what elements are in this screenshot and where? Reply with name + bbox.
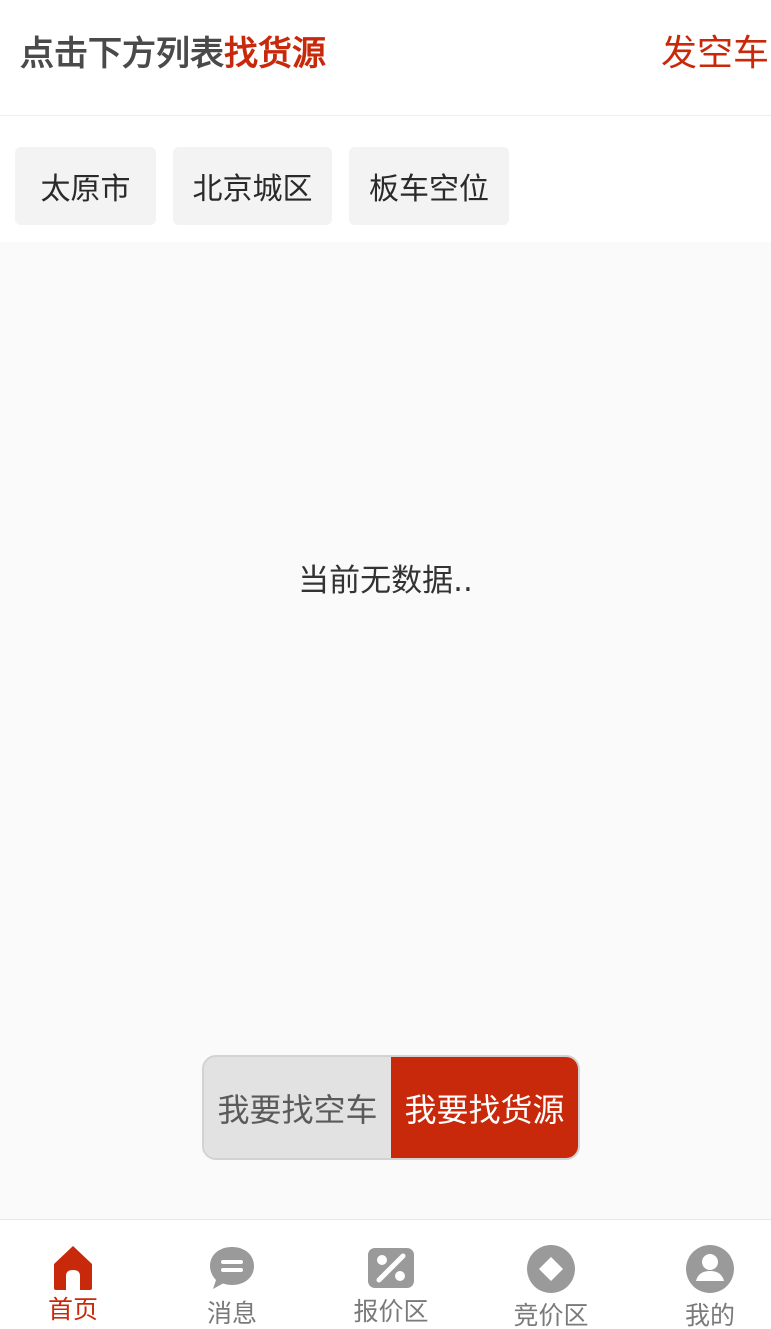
tab-quotes[interactable]: 报价区	[331, 1220, 451, 1329]
user-icon	[686, 1245, 734, 1293]
empty-state-text: 当前无数据..	[298, 563, 473, 599]
title-prefix: 点击下方列表	[20, 34, 224, 74]
mode-toggle: 我要找空车 我要找货源	[202, 1055, 580, 1160]
tab-profile-label: 我的	[684, 1301, 735, 1329]
filter-bar: 太原市 北京城区 板车空位	[0, 116, 771, 242]
tab-bidding-label: 竞价区	[513, 1301, 589, 1329]
tab-messages-label: 消息	[206, 1299, 257, 1328]
find-cargo-button[interactable]: 我要找货源	[391, 1057, 578, 1158]
top-header: 点击下方列表找货源 发空车	[0, 0, 771, 116]
tab-home-label: 首页	[47, 1295, 98, 1324]
find-empty-truck-button[interactable]: 我要找空车	[204, 1057, 391, 1158]
tab-profile[interactable]: 我的	[650, 1220, 770, 1329]
message-icon	[210, 1247, 254, 1289]
post-empty-truck-button[interactable]: 发空车	[661, 24, 769, 76]
title-accent: 找货源	[224, 34, 326, 74]
tab-quotes-label: 报价区	[353, 1297, 429, 1326]
tab-messages[interactable]: 消息	[172, 1220, 292, 1329]
tab-home[interactable]: 首页	[13, 1220, 133, 1329]
filter-chip-taiyuan[interactable]: 太原市	[15, 147, 156, 225]
filter-chip-flatbed[interactable]: 板车空位	[349, 147, 509, 225]
page-title: 点击下方列表找货源	[20, 26, 326, 75]
filter-chip-beijing[interactable]: 北京城区	[173, 147, 332, 225]
percent-icon	[368, 1248, 414, 1288]
home-icon	[54, 1246, 92, 1290]
tab-bidding[interactable]: 竞价区	[491, 1220, 611, 1329]
bottom-tab-bar: 首页 消息 报价区 竞价区 我的	[0, 1219, 771, 1329]
diamond-icon	[527, 1245, 575, 1293]
app-screen: 点击下方列表找货源 发空车 太原市 北京城区 板车空位 当前无数据.. 我要找空…	[0, 0, 771, 1329]
